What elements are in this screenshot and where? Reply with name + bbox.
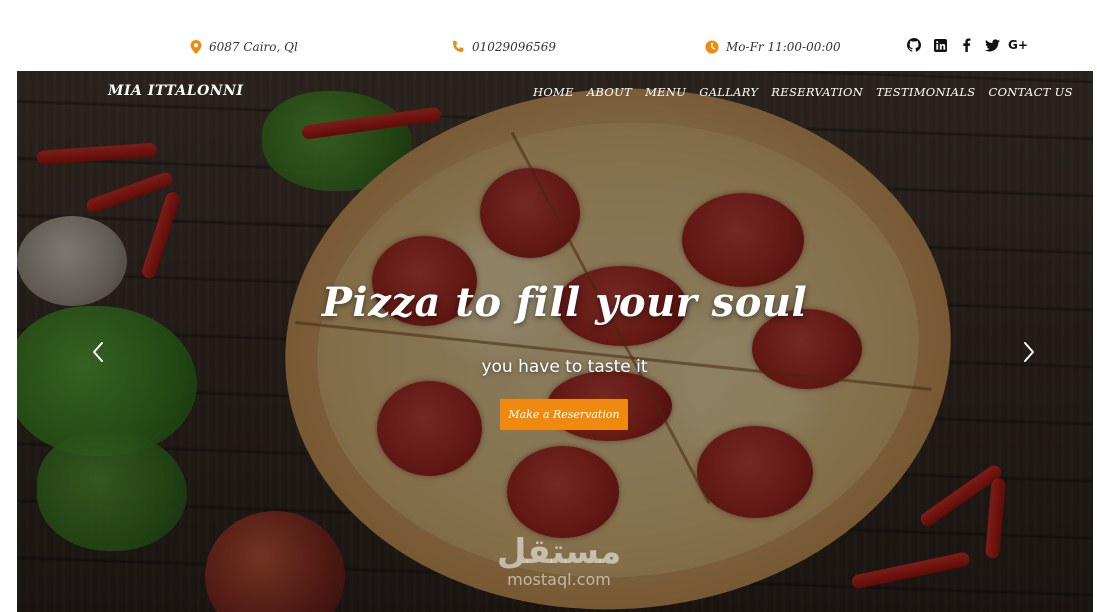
github-icon[interactable] (906, 37, 922, 53)
nav-home[interactable]: HOME (533, 85, 574, 99)
make-reservation-button[interactable]: Make a Reservation (500, 399, 628, 430)
clock-icon (705, 40, 719, 54)
google-plus-icon[interactable]: G+ (1008, 37, 1028, 53)
hours-info: Mo-Fr 11:00-00:00 (705, 38, 841, 56)
nav-contact-us[interactable]: CONTACT US (988, 85, 1072, 99)
main-nav: HOME ABOUT MENU GALLARY RESERVATION TEST… (533, 85, 1073, 99)
phone-icon (453, 40, 464, 52)
hero-overlay (17, 71, 1093, 612)
nav-testimonials[interactable]: TESTIMONIALS (876, 85, 975, 99)
hero-subtitle: you have to taste it (481, 357, 648, 377)
linkedin-icon[interactable] (932, 37, 948, 53)
location-pin-icon (190, 40, 202, 54)
top-info-bar: 6087 Cairo, Ql 01029096569 Mo-Fr 11:00-0… (0, 0, 1097, 71)
social-links: G+ (906, 37, 1028, 53)
address-text: 6087 Cairo, Ql (209, 40, 298, 54)
phone-text: 01029096569 (472, 40, 556, 54)
watermark-text: mostaql.com (507, 570, 611, 589)
hours-text: Mo-Fr 11:00-00:00 (726, 40, 841, 54)
phone-info: 01029096569 (451, 38, 556, 56)
brand-logo[interactable]: MIA ITTALONNI (108, 83, 243, 99)
nav-gallary[interactable]: GALLARY (699, 85, 758, 99)
hero-carousel: MIA ITTALONNI HOME ABOUT MENU GALLARY RE… (17, 71, 1093, 612)
watermark: مستقل mostaql.com (479, 533, 639, 589)
facebook-icon[interactable] (958, 37, 974, 53)
nav-about[interactable]: ABOUT (587, 85, 632, 99)
hero-title: Pizza to fill your soul (321, 279, 808, 326)
nav-menu[interactable]: MENU (645, 85, 686, 99)
nav-reservation[interactable]: RESERVATION (771, 85, 863, 99)
twitter-icon[interactable] (984, 37, 1000, 53)
watermark-logo: مستقل (496, 532, 622, 572)
address-info: 6087 Cairo, Ql (190, 38, 298, 56)
